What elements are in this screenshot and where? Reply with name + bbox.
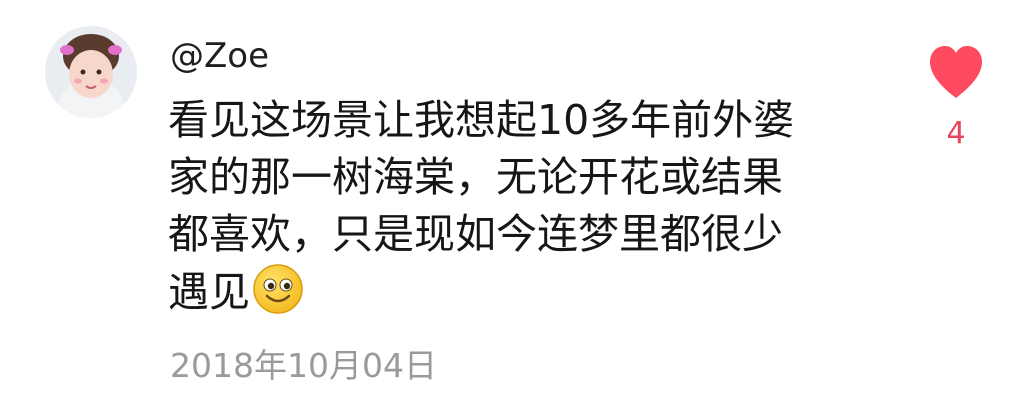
username[interactable]: @Zoe	[170, 34, 269, 78]
avatar[interactable]	[45, 26, 137, 118]
comment-line: 都喜欢，只是现如今连梦里都很少	[168, 210, 783, 258]
comment-timestamp: 2018年10月04日	[170, 346, 437, 385]
smiling-face-icon	[252, 263, 304, 315]
comment-text: 看见这场景让我想起10多年前外婆 家的那一树海棠，无论开花或结果 都喜欢，只是现…	[168, 92, 828, 320]
comment-item: @Zoe 看见这场景让我想起10多年前外婆 家的那一树海棠，无论开花或结果 都喜…	[0, 0, 1024, 416]
like-count: 4	[946, 116, 966, 151]
heart-icon	[930, 46, 982, 98]
avatar-image	[45, 26, 137, 118]
comment-line-text: 遇见	[168, 268, 250, 316]
comment-line: 看见这场景让我想起10多年前外婆	[168, 96, 795, 144]
comment-line-last: 遇见	[168, 263, 828, 320]
comment-line: 家的那一树海棠，无论开花或结果	[168, 153, 783, 201]
like-button[interactable]	[924, 40, 988, 104]
